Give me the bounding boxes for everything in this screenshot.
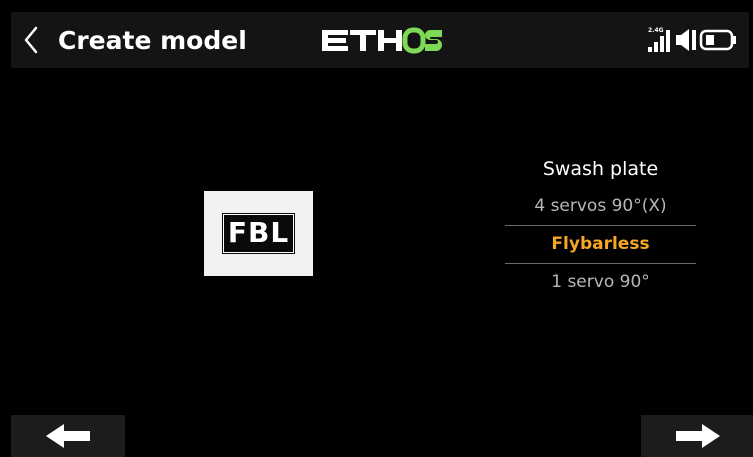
picker-option-1-servo[interactable]: 1 servo 90° bbox=[505, 264, 696, 301]
model-type-image: FBL bbox=[204, 191, 313, 276]
status-icons: 2.4G bbox=[640, 22, 750, 58]
brand-logo bbox=[322, 27, 442, 54]
back-button[interactable] bbox=[18, 22, 44, 58]
picker-label: Swash plate bbox=[542, 158, 659, 180]
page-title: Create model bbox=[58, 26, 247, 55]
create-model-screen: Create model 2.4G FBL Swash plate 4 serv… bbox=[0, 0, 753, 457]
speaker-icon bbox=[676, 29, 696, 51]
arrow-right-icon bbox=[676, 424, 720, 448]
previous-button[interactable] bbox=[11, 415, 125, 457]
picker-option-flybarless[interactable]: Flybarless bbox=[505, 225, 696, 264]
arrow-left-icon bbox=[46, 424, 90, 448]
chevron-left-icon bbox=[24, 26, 38, 54]
fbl-logo: FBL bbox=[221, 213, 296, 254]
picker-option-4-servos-x[interactable]: 4 servos 90°(X) bbox=[505, 188, 696, 225]
rf-band-label: 2.4G bbox=[648, 27, 664, 34]
swash-plate-picker[interactable]: Swash plate 4 servos 90°(X) Flybarless 1… bbox=[505, 150, 696, 301]
next-button[interactable] bbox=[641, 415, 753, 457]
battery-icon bbox=[699, 29, 736, 51]
